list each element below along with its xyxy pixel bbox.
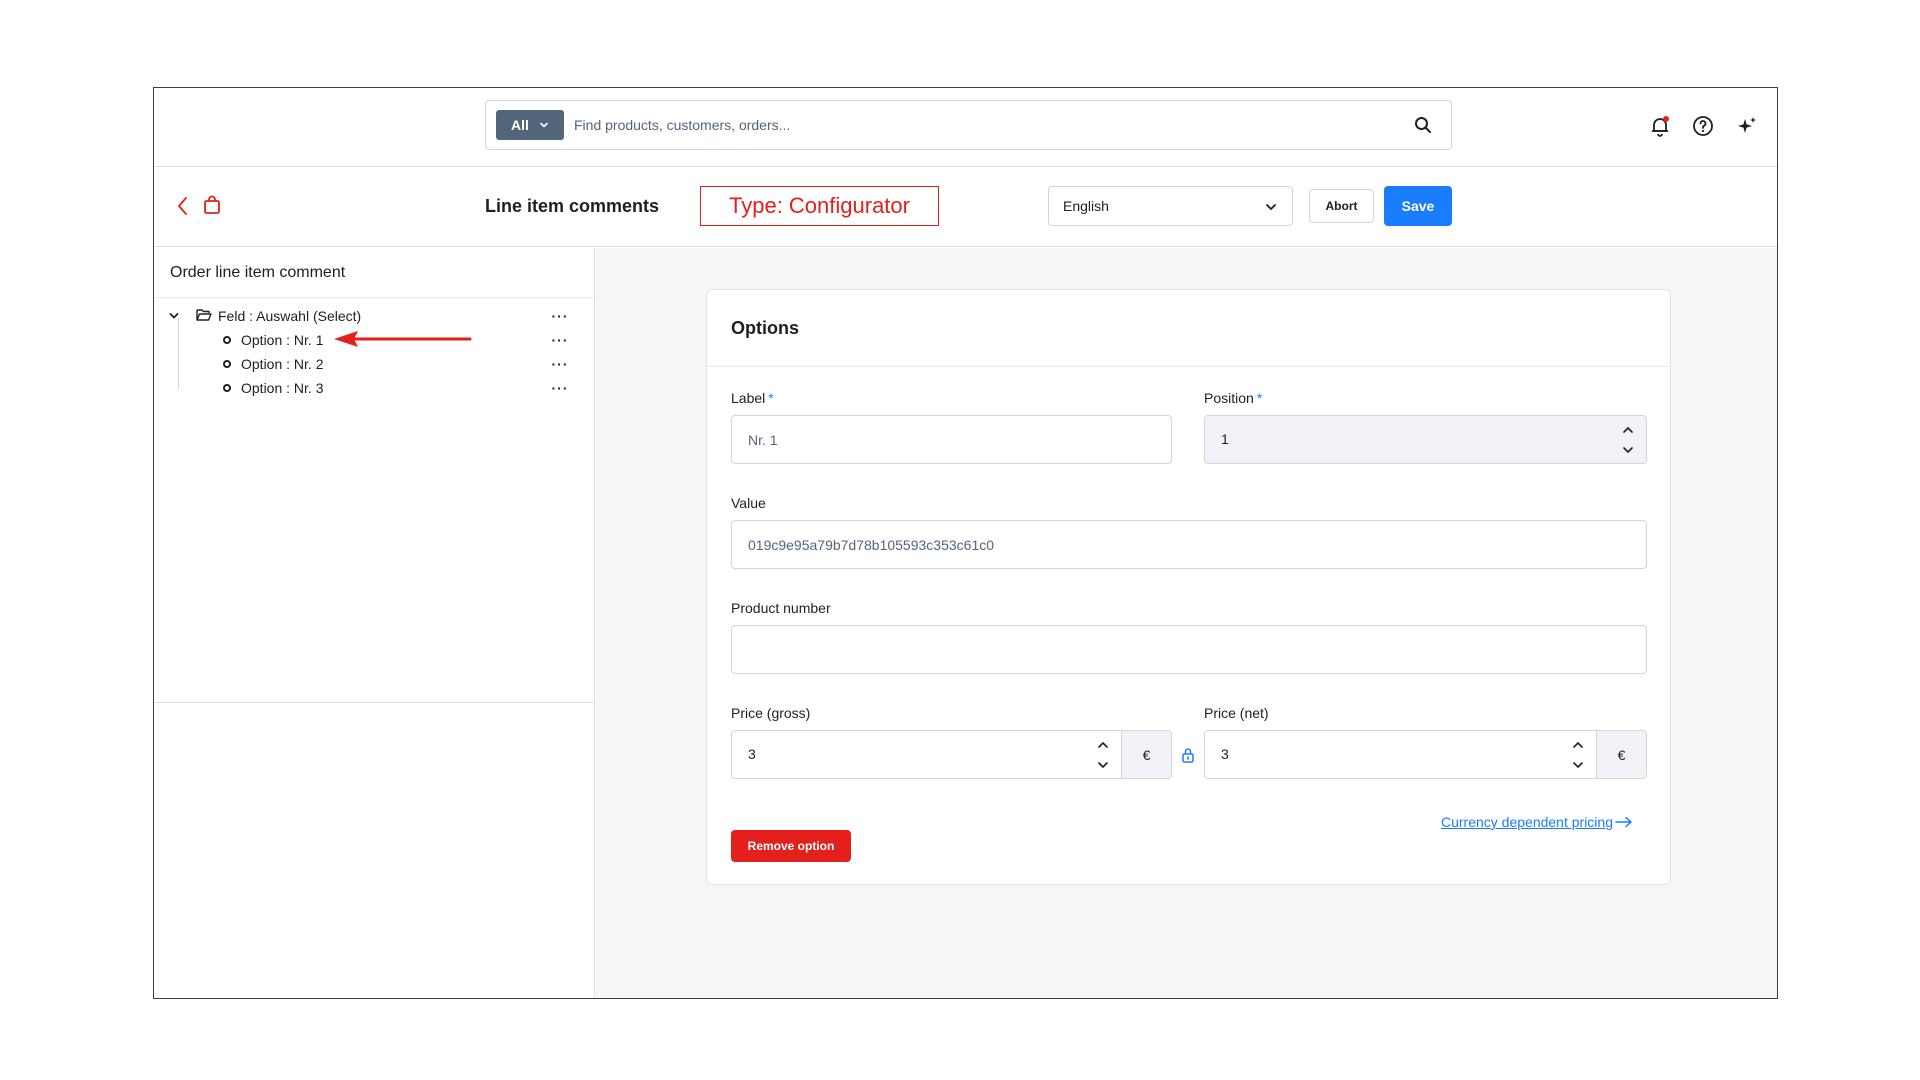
stepper-icon[interactable]: [1095, 735, 1111, 775]
price-net-input[interactable]: 3 €: [1204, 730, 1647, 779]
search-scope-dropdown[interactable]: All: [496, 110, 564, 140]
global-search: All: [485, 100, 1452, 150]
required-marker: *: [768, 390, 774, 406]
label-input[interactable]: [731, 415, 1172, 464]
bullet-icon: [223, 384, 231, 392]
tree-item-label: Feld : Auswahl (Select): [218, 308, 362, 324]
ai-sparkle-icon[interactable]: [1735, 114, 1759, 138]
search-icon[interactable]: [1413, 115, 1433, 135]
shopping-bag-icon: [204, 195, 220, 214]
currency-unit: €: [1596, 731, 1646, 778]
options-card: Options Label* Position* 1 Value Product…: [706, 289, 1671, 885]
lock-icon[interactable]: [1181, 747, 1195, 763]
page-title: Line item comments: [485, 196, 660, 216]
tree-item-option-3[interactable]: Option : Nr. 3 ···: [154, 377, 595, 399]
position-field-label: Position *: [1204, 390, 1262, 406]
price-gross-value: 3: [748, 746, 756, 762]
divider: [707, 366, 1670, 367]
sidebar-title: Order line item comment: [170, 264, 346, 281]
divider: [154, 702, 594, 703]
save-button[interactable]: Save: [1384, 186, 1452, 226]
product-number-field-label: Product number: [731, 600, 831, 616]
main-content: Options Label* Position* 1 Value Product…: [596, 248, 1777, 998]
price-gross-input[interactable]: 3 €: [731, 730, 1172, 779]
stepper-icon[interactable]: [1570, 735, 1586, 775]
position-input[interactable]: 1: [1204, 415, 1647, 464]
tree-item-label: Option : Nr. 2: [241, 356, 324, 372]
product-number-input[interactable]: [731, 625, 1647, 674]
divider: [154, 297, 594, 298]
required-marker: *: [1256, 390, 1263, 406]
arrow-right-icon: [1615, 816, 1632, 828]
top-bar: All: [154, 88, 1777, 167]
chevron-down-icon: [1266, 204, 1276, 211]
help-icon[interactable]: [1691, 114, 1715, 138]
value-input[interactable]: [731, 520, 1647, 569]
language-select[interactable]: English: [1048, 186, 1293, 226]
folder-open-icon: [196, 309, 212, 321]
bullet-icon: [223, 336, 231, 344]
card-title: Options: [731, 318, 799, 338]
bell-icon[interactable]: [1648, 114, 1672, 138]
currency-unit: €: [1121, 731, 1171, 778]
price-net-value: 3: [1221, 746, 1229, 762]
more-actions-icon[interactable]: ···: [548, 305, 572, 327]
page-header: Line item comments Type: Configurator En…: [154, 167, 1777, 247]
position-value: 1: [1221, 431, 1229, 447]
tree-item-label: Option : Nr. 3: [241, 380, 324, 396]
tree-item-root[interactable]: Feld : Auswahl (Select) ···: [154, 305, 595, 327]
search-input[interactable]: [574, 109, 1394, 141]
field-label-text: Label: [731, 390, 766, 406]
field-label-text: Position: [1204, 390, 1254, 406]
more-actions-icon[interactable]: ···: [548, 353, 572, 375]
value-field-label: Value: [731, 495, 766, 511]
back-arrow-icon[interactable]: [174, 195, 192, 217]
price-net-field-label: Price (net): [1204, 705, 1269, 721]
bullet-icon: [223, 360, 231, 368]
tree-item-option-1[interactable]: Option : Nr. 1 ···: [154, 329, 595, 351]
chevron-down-icon: [540, 122, 548, 128]
abort-button[interactable]: Abort: [1309, 189, 1374, 223]
language-select-value: English: [1063, 198, 1109, 214]
tree-item-option-2[interactable]: Option : Nr. 2 ···: [154, 353, 595, 375]
stepper-icon[interactable]: [1620, 420, 1636, 460]
admin-window: All Line item comments Type: Configurato…: [153, 87, 1778, 999]
currency-dependent-pricing-link[interactable]: Currency dependent pricing: [1441, 814, 1633, 830]
more-actions-icon[interactable]: ···: [548, 329, 572, 351]
label-field-label: Label *: [731, 390, 774, 406]
search-scope-label: All: [511, 117, 529, 133]
tree-item-label: Option : Nr. 1: [241, 332, 324, 348]
price-gross-field-label: Price (gross): [731, 705, 811, 721]
more-actions-icon[interactable]: ···: [548, 377, 572, 399]
type-annotation-box: Type: Configurator: [700, 186, 939, 226]
link-text: Currency dependent pricing: [1441, 814, 1613, 830]
remove-option-button[interactable]: Remove option: [731, 830, 851, 862]
sidebar: Order line item comment Feld : Auswahl (…: [154, 248, 595, 998]
